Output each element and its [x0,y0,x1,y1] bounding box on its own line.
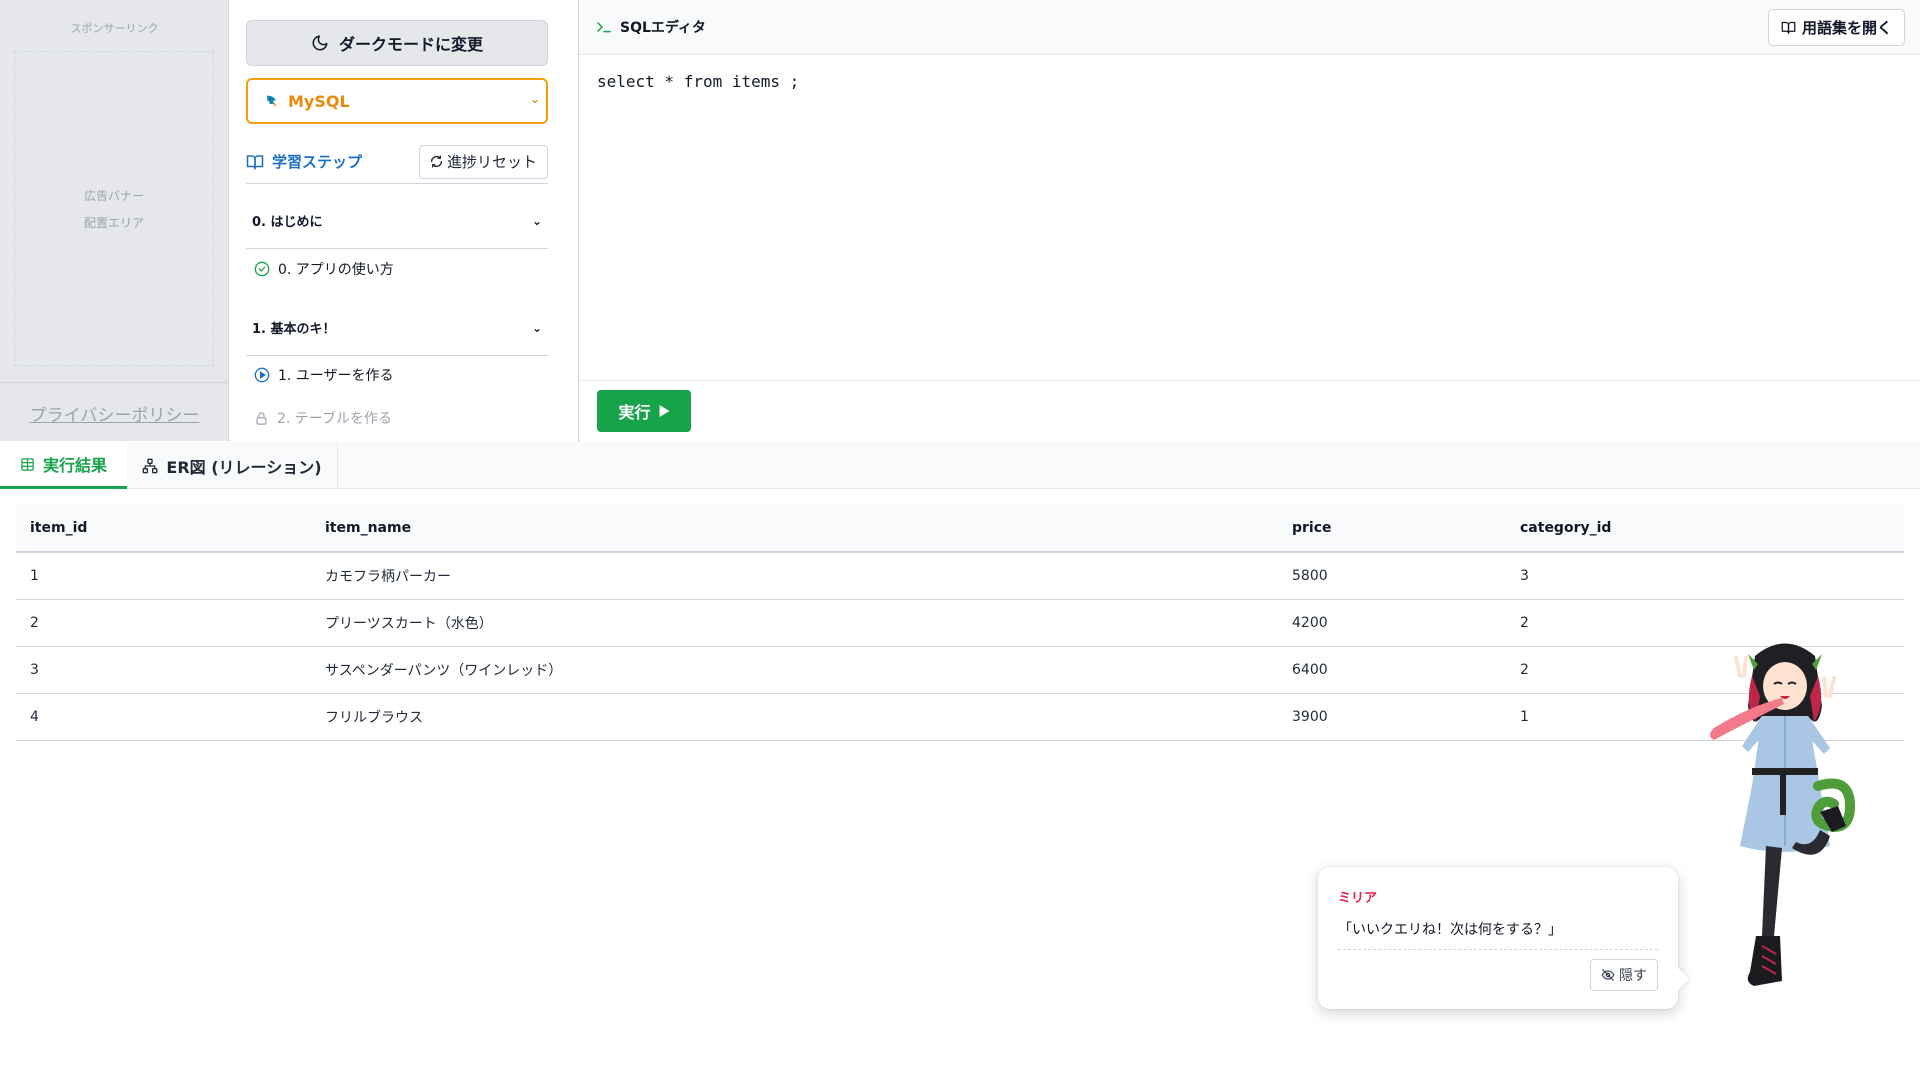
learning-sidebar: ダークモードに変更 MySQL ⌄ 学習ステップ 進捗リセット 0. はじめに … [230,0,579,441]
table-row: 1 カモフラ柄パーカー 5800 3 [16,552,1904,600]
tab-er-diagram[interactable]: ER図 (リレーション) [127,442,338,489]
table-cell: カモフラ柄パーカー [311,552,1278,600]
table-cell: プリーツスカート（水色） [311,599,1278,647]
column-header: item_id [16,505,311,553]
sql-code-input[interactable]: select * from items ; [597,72,799,91]
table-cell: 2 [16,599,311,647]
play-icon [659,405,669,417]
open-glossary-button[interactable]: 用語集を開く [1767,9,1905,46]
run-query-button[interactable]: 実行 [597,390,691,432]
lesson-item-create-user[interactable]: 1. ユーザーを作る [246,355,548,395]
check-circle-icon [254,261,270,277]
table-icon [21,457,34,471]
ad-banner-text-1: 広告バナー [83,188,144,203]
terminal-icon [597,22,611,33]
steps-title-label: 学習ステップ [272,153,363,171]
table-cell: サスペンダーパンツ（ワインレッド） [311,646,1278,694]
table-row: 2 プリーツスカート（水色） 4200 2 [16,599,1904,647]
book-open-icon [1781,21,1796,34]
section-header-basics[interactable]: 1. 基本のキ！ ⌄ [246,300,548,356]
tab-results[interactable]: 実行結果 [0,442,127,489]
refresh-icon [430,155,443,168]
play-circle-icon [254,367,270,383]
sponsor-label: スポンサーリンク [70,22,159,35]
lesson-label: 1. ユーザーを作る [278,368,394,384]
lesson-label: 2. テーブルを作る [277,411,392,427]
section-header-intro[interactable]: 0. はじめに ⌄ [246,193,548,249]
result-tabs: 実行結果 ER図 (リレーション) [0,442,1920,489]
table-cell: 4200 [1278,599,1506,647]
privacy-footer: プライバシーポリシー [0,382,229,441]
editor-title-label: SQLエディタ [620,20,706,36]
darkmode-toggle-button[interactable]: ダークモードに変更 [246,20,548,66]
column-header: item_name [311,505,1278,553]
speech-message: 「いいクエリね！次は何をする？」 [1338,922,1562,938]
database-select-value: MySQL [288,91,350,111]
tab-results-label: 実行結果 [42,456,107,475]
tab-er-label: ER図 (リレーション) [166,457,322,477]
hide-bubble-button[interactable]: 隠す [1590,959,1658,991]
mascot-character-illustration [1710,643,1856,986]
table-row: 3 サスペンダーパンツ（ワインレッド） 6400 2 [16,646,1904,694]
reset-progress-button[interactable]: 進捗リセット [418,144,548,179]
chevron-down-icon: ⌄ [531,213,542,228]
results-table: item_id item_name price category_id 1 カモ… [16,505,1904,741]
lock-icon [256,411,267,425]
column-header: price [1278,505,1506,553]
speaker-name: ミリア [1338,891,1378,906]
lesson-label: 0. アプリの使い方 [278,262,394,278]
results-table-container: item_id item_name price category_id 1 カモ… [16,505,1904,741]
steps-header: 学習ステップ 進捗リセット [246,144,548,184]
top-region: スポンサーリンク 広告バナー 配置エリア プライバシーポリシー ダークモードに変… [0,0,1920,441]
glossary-label: 用語集を開く [1801,19,1892,37]
steps-title: 学習ステップ [246,151,362,172]
table-cell: 3 [16,646,311,694]
table-cell: 4 [16,693,311,741]
sql-editor-panel: SQLエディタ 用語集を開く select * from items ; 実行 [580,0,1920,441]
mysql-dolphin-icon [266,95,277,107]
moon-icon [312,35,328,51]
character-speech-bubble: ミリア 「いいクエリね！次は何をする？」 隠す [1318,867,1690,1009]
hide-label: 隠す [1619,968,1647,984]
editor-header: SQLエディタ 用語集を開く [580,0,1920,55]
ad-column: スポンサーリンク 広告バナー 配置エリア プライバシーポリシー [0,0,229,441]
book-icon [246,154,264,169]
table-cell: 5800 [1278,552,1506,600]
table-cell: フリルブラウス [311,693,1278,741]
section-title: 0. はじめに [252,215,323,230]
chevron-down-icon: ⌄ [531,320,542,335]
chevron-down-icon: ⌄ [529,92,540,106]
table-cell: 3 [1506,552,1904,600]
run-bar: 実行 [580,380,1920,441]
reset-progress-label: 進捗リセット [446,153,537,171]
speech-bubble-tail [1666,967,1690,991]
ad-banner-area: 広告バナー 配置エリア [14,51,214,366]
table-cell: 6400 [1278,646,1506,694]
lesson-item-create-table: 2. テーブルを作る [246,398,548,438]
table-cell: 3900 [1278,693,1506,741]
database-select[interactable]: MySQL ⌄ [246,78,548,124]
run-label: 実行 [618,403,651,422]
ad-banner-text-2: 配置エリア [83,215,144,230]
bubble-divider [1338,949,1658,950]
darkmode-label: ダークモードに変更 [338,35,483,54]
table-cell: 1 [16,552,311,600]
editor-title: SQLエディタ [596,17,706,37]
section-title: 1. 基本のキ！ [252,322,336,337]
column-header: category_id [1506,505,1904,553]
hierarchy-icon [143,458,158,473]
table-header-row: item_id item_name price category_id [16,505,1904,553]
eye-off-icon [1601,969,1615,981]
privacy-policy-link[interactable]: プライバシーポリシー [0,401,229,426]
table-row: 4 フリルブラウス 3900 1 [16,693,1904,741]
lesson-item-app-usage[interactable]: 0. アプリの使い方 [246,249,548,289]
